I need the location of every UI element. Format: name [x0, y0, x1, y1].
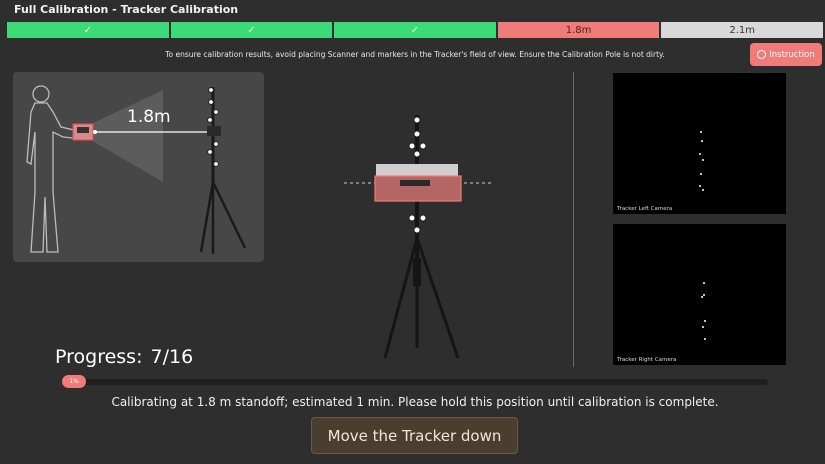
- vertical-divider: [573, 72, 574, 367]
- right-camera-label: Tracker Right Camera: [617, 357, 677, 363]
- step-progress-bar: ✓ ✓ ✓ 1.8m 2.1m: [7, 22, 823, 38]
- progress-label: Progress: 7/16: [55, 346, 193, 368]
- calibration-screen: Full Calibration - Tracker Calibration ✓…: [0, 0, 825, 464]
- step-2: ✓: [170, 22, 333, 38]
- tracker-right-camera-feed: Tracker Right Camera: [613, 224, 786, 365]
- progress-title: Progress:: [55, 346, 143, 368]
- instruction-label: Instruction: [769, 49, 815, 60]
- progress-count: 7/16: [150, 346, 194, 368]
- page-title: Full Calibration - Tracker Calibration: [14, 3, 239, 16]
- progress-track: [62, 379, 768, 385]
- tracker-tripod-view: [330, 80, 510, 365]
- step-1-8m: 1.8m: [497, 22, 660, 38]
- tracker-on-pole-graphic: [344, 115, 492, 359]
- calibration-hint: To ensure calibration results, avoid pla…: [165, 50, 665, 59]
- progress-percent-badge: 1%: [62, 375, 86, 388]
- status-message: Calibrating at 1.8 m standoff; estimated…: [111, 395, 719, 409]
- step-2-1m: 2.1m: [661, 22, 823, 38]
- person-tracker-illustration: [26, 85, 247, 254]
- step-1: ✓: [7, 22, 169, 38]
- left-camera-label: Tracker Left Camera: [617, 206, 673, 212]
- smile-icon: [757, 50, 767, 59]
- move-tracker-down-button[interactable]: Move the Tracker down: [311, 417, 518, 454]
- distance-illustration: [13, 72, 264, 262]
- tracker-left-camera-feed: Tracker Left Camera: [613, 73, 786, 214]
- distance-label: 1.8m: [127, 107, 171, 127]
- instruction-button[interactable]: Instruction: [750, 43, 822, 66]
- step-3: ✓: [334, 22, 496, 38]
